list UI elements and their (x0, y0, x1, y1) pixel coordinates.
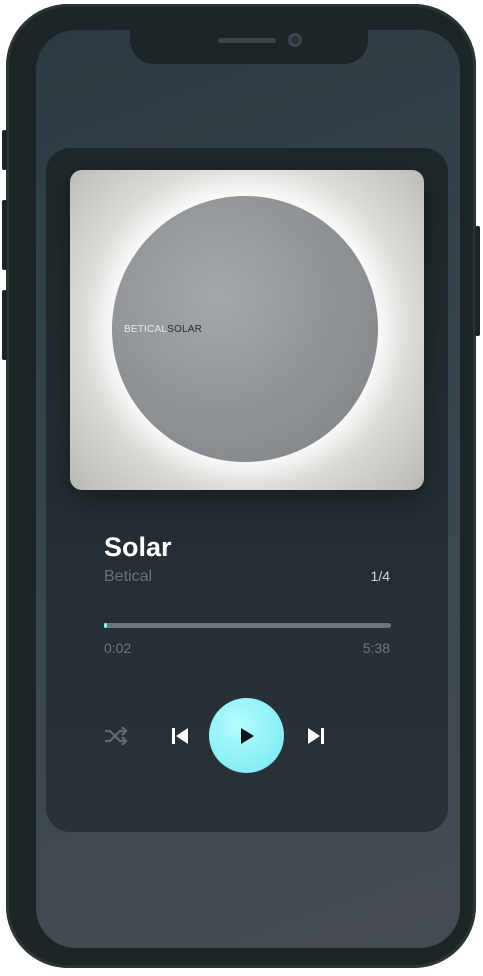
play-button[interactable] (209, 698, 284, 773)
player-card: BETICALSOLAR Solar Betical 1/4 0:02 5:38 (46, 148, 448, 832)
album-cover-text: BETICALSOLAR (124, 324, 202, 335)
speaker-grille (218, 38, 276, 43)
track-artist: Betical (104, 568, 153, 585)
track-title: Solar (104, 532, 172, 562)
volume-down-button (2, 290, 7, 360)
skip-previous-icon (172, 728, 188, 744)
next-button[interactable] (302, 722, 330, 750)
shuffle-icon (105, 726, 128, 746)
skip-next-icon (308, 728, 324, 744)
current-time: 0:02 (104, 640, 132, 656)
total-time: 5:38 (362, 640, 390, 656)
shuffle-button[interactable] (102, 722, 130, 750)
play-icon (240, 727, 254, 744)
mute-switch (2, 130, 7, 170)
volume-up-button (2, 200, 7, 270)
progress-bar[interactable] (104, 623, 391, 628)
album-cover-title: SOLAR (167, 324, 202, 335)
track-counter: 1/4 (370, 568, 390, 584)
album-cover: BETICALSOLAR (70, 170, 424, 490)
phone-frame: BETICALSOLAR Solar Betical 1/4 0:02 5:38 (2, 4, 480, 968)
phone-screen: BETICALSOLAR Solar Betical 1/4 0:02 5:38 (36, 30, 460, 948)
previous-button[interactable] (166, 722, 194, 750)
progress-fill (104, 623, 107, 628)
album-cover-artist: BETICAL (124, 324, 168, 335)
front-camera (288, 33, 302, 47)
notch (130, 30, 368, 64)
power-button (475, 226, 480, 336)
